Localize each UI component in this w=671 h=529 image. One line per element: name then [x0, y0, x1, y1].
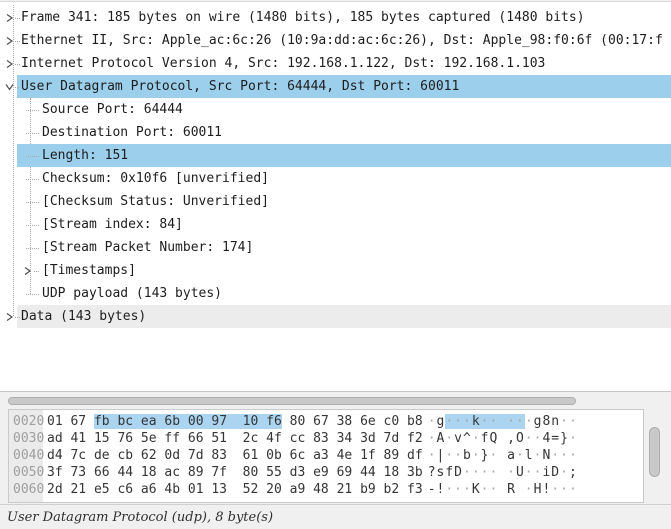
- ascii-pre: -!···K·· R ·H!···: [428, 482, 578, 497]
- ascii-pre: ?sfD···· ·U··iD·;: [428, 465, 578, 480]
- hex-bytes-selected: fb bc ea 6b 00 97 10 f6: [94, 414, 282, 429]
- hex-ascii[interactable]: ·|··b·}· a·l·N···: [428, 448, 578, 463]
- hex-offset: 0040: [9, 448, 47, 463]
- tree-row-label: Checksum: 0x10f6 [unverified]: [42, 171, 269, 186]
- tree-row-label: [Checksum Status: Unverified]: [42, 194, 269, 209]
- chevron-right-icon[interactable]: [4, 58, 15, 69]
- tree-row-src-port[interactable]: Source Port: 64444: [0, 98, 671, 121]
- tree-row-checksum-status[interactable]: [Checksum Status: Unverified]: [0, 190, 671, 213]
- tree-row-stream-index[interactable]: [Stream index: 84]: [0, 213, 671, 236]
- tree-row-dst-port[interactable]: Destination Port: 60011: [0, 121, 671, 144]
- hex-row[interactable]: 0060 2d 21 e5 c6 a6 4b 01 13 52 20 a9 48…: [9, 481, 643, 498]
- chevron-right-icon[interactable]: [4, 311, 15, 322]
- tree-row-label: Length: 151: [42, 148, 128, 163]
- tree-row-data[interactable]: Data (143 bytes): [0, 305, 671, 328]
- ascii-selected: ···k·· ··: [445, 414, 524, 429]
- hex-bytes[interactable]: 3f 73 66 44 18 ac 89 7f 80 55 d3 e9 69 4…: [47, 465, 423, 480]
- tree-row-ethernet[interactable]: Ethernet II, Src: Apple_ac:6c:26 (10:9a:…: [0, 29, 671, 52]
- tree-row-label: Frame 341: 185 bytes on wire (1480 bits)…: [21, 10, 585, 25]
- status-bar-field-info: User Datagram Protocol (udp), 8 byte(s): [7, 510, 273, 525]
- hex-bytes[interactable]: d4 7c de cb 62 0d 7d 83 61 0b 6c a3 4e 1…: [47, 448, 423, 463]
- chevron-down-icon[interactable]: [4, 81, 15, 92]
- hex-row[interactable]: 0040 d4 7c de cb 62 0d 7d 83 61 0b 6c a3…: [9, 447, 643, 464]
- ascii-post: ·g8n··: [525, 414, 578, 429]
- chevron-right-icon[interactable]: [22, 265, 33, 276]
- tree-row-ip[interactable]: Internet Protocol Version 4, Src: 192.16…: [0, 52, 671, 75]
- hex-bytes[interactable]: ad 41 15 76 5e ff 66 51 2c 4f cc 83 34 3…: [47, 431, 423, 446]
- status-bar: User Datagram Protocol (udp), 8 byte(s): [0, 504, 671, 529]
- ascii-pre: ·|··b·}· a·l·N···: [428, 448, 578, 463]
- hex-row[interactable]: 0050 3f 73 66 44 18 ac 89 7f 80 55 d3 e9…: [9, 464, 643, 481]
- hex-bytes[interactable]: 2d 21 e5 c6 a6 4b 01 13 52 20 a9 48 21 b…: [47, 482, 423, 497]
- tree-row-label: User Datagram Protocol, Src Port: 64444,…: [21, 79, 459, 94]
- tree-row-label: Data (143 bytes): [21, 309, 146, 324]
- vertical-scrollbar-thumb[interactable]: [649, 427, 660, 477]
- tree-row-frame[interactable]: Frame 341: 185 bytes on wire (1480 bits)…: [0, 6, 671, 29]
- chevron-right-icon[interactable]: [4, 12, 15, 23]
- hex-ascii[interactable]: ·A·v^·fQ ,O··4=}·: [428, 431, 578, 446]
- ascii-pre: ·g: [428, 414, 446, 429]
- tree-row-label: Ethernet II, Src: Apple_ac:6c:26 (10:9a:…: [21, 33, 663, 48]
- hex-offset: 0020: [9, 414, 47, 429]
- chevron-right-icon[interactable]: [4, 35, 15, 46]
- horizontal-scrollbar-thumb[interactable]: [8, 397, 576, 405]
- hex-offset: 0050: [9, 465, 47, 480]
- tree-row-timestamps[interactable]: [Timestamps]: [0, 259, 671, 282]
- hex-row[interactable]: 0030 ad 41 15 76 5e ff 66 51 2c 4f cc 83…: [9, 430, 643, 447]
- hex-row[interactable]: 0020 01 67 fb bc ea 6b 00 97 10 f6 80 67…: [9, 413, 643, 430]
- tree-row-stream-packet-number[interactable]: [Stream Packet Number: 174]: [0, 236, 671, 259]
- hex-ascii[interactable]: ?sfD···· ·U··iD·;: [428, 465, 578, 480]
- ascii-pre: ·A·v^·fQ ,O··4=}·: [428, 431, 578, 446]
- tree-row-udp[interactable]: User Datagram Protocol, Src Port: 64444,…: [0, 75, 671, 98]
- hex-rows: 0020 01 67 fb bc ea 6b 00 97 10 f6 80 67…: [9, 410, 643, 498]
- hex-bytes-pre: ad 41 15 76 5e ff 66 51 2c 4f cc 83 34 3…: [47, 431, 423, 446]
- tree-row-label: UDP payload (143 bytes): [42, 286, 222, 301]
- hex-bytes-pre: 2d 21 e5 c6 a6 4b 01 13 52 20 a9 48 21 b…: [47, 482, 423, 497]
- hex-bytes-pre: 3f 73 66 44 18 ac 89 7f 80 55 d3 e9 69 4…: [47, 465, 423, 480]
- hex-bytes-pre: 01 67: [47, 414, 94, 429]
- packet-details-pane: Frame 341: 185 bytes on wire (1480 bits)…: [0, 1, 671, 392]
- hex-bytes[interactable]: 01 67 fb bc ea 6b 00 97 10 f6 80 67 38 6…: [47, 414, 423, 429]
- hex-bytes-pre: d4 7c de cb 62 0d 7d 83 61 0b 6c a3 4e 1…: [47, 448, 423, 463]
- hex-ascii[interactable]: -!···K·· R ·H!···: [428, 482, 578, 497]
- hex-dump-pane: 0020 01 67 fb bc ea 6b 00 97 10 f6 80 67…: [8, 409, 644, 503]
- tree-row-label: [Stream Packet Number: 174]: [42, 240, 253, 255]
- hex-ascii[interactable]: ·g···k·· ···g8n··: [428, 414, 578, 429]
- tree-row-label: Internet Protocol Version 4, Src: 192.16…: [21, 56, 545, 71]
- tree-row-label: Source Port: 64444: [42, 102, 183, 117]
- tree-row-length[interactable]: Length: 151: [0, 144, 671, 167]
- hex-offset: 0060: [9, 482, 47, 497]
- tree-row-label: Destination Port: 60011: [42, 125, 222, 140]
- tree-row-checksum[interactable]: Checksum: 0x10f6 [unverified]: [0, 167, 671, 190]
- tree-row-udp-payload[interactable]: UDP payload (143 bytes): [0, 282, 671, 305]
- tree-rows: Frame 341: 185 bytes on wire (1480 bits)…: [0, 6, 671, 328]
- hex-offset: 0030: [9, 431, 47, 446]
- tree-row-label: [Stream index: 84]: [42, 217, 183, 232]
- tree-row-label: [Timestamps]: [42, 263, 136, 278]
- hex-bytes-post: 80 67 38 6e c0 b8: [282, 414, 423, 429]
